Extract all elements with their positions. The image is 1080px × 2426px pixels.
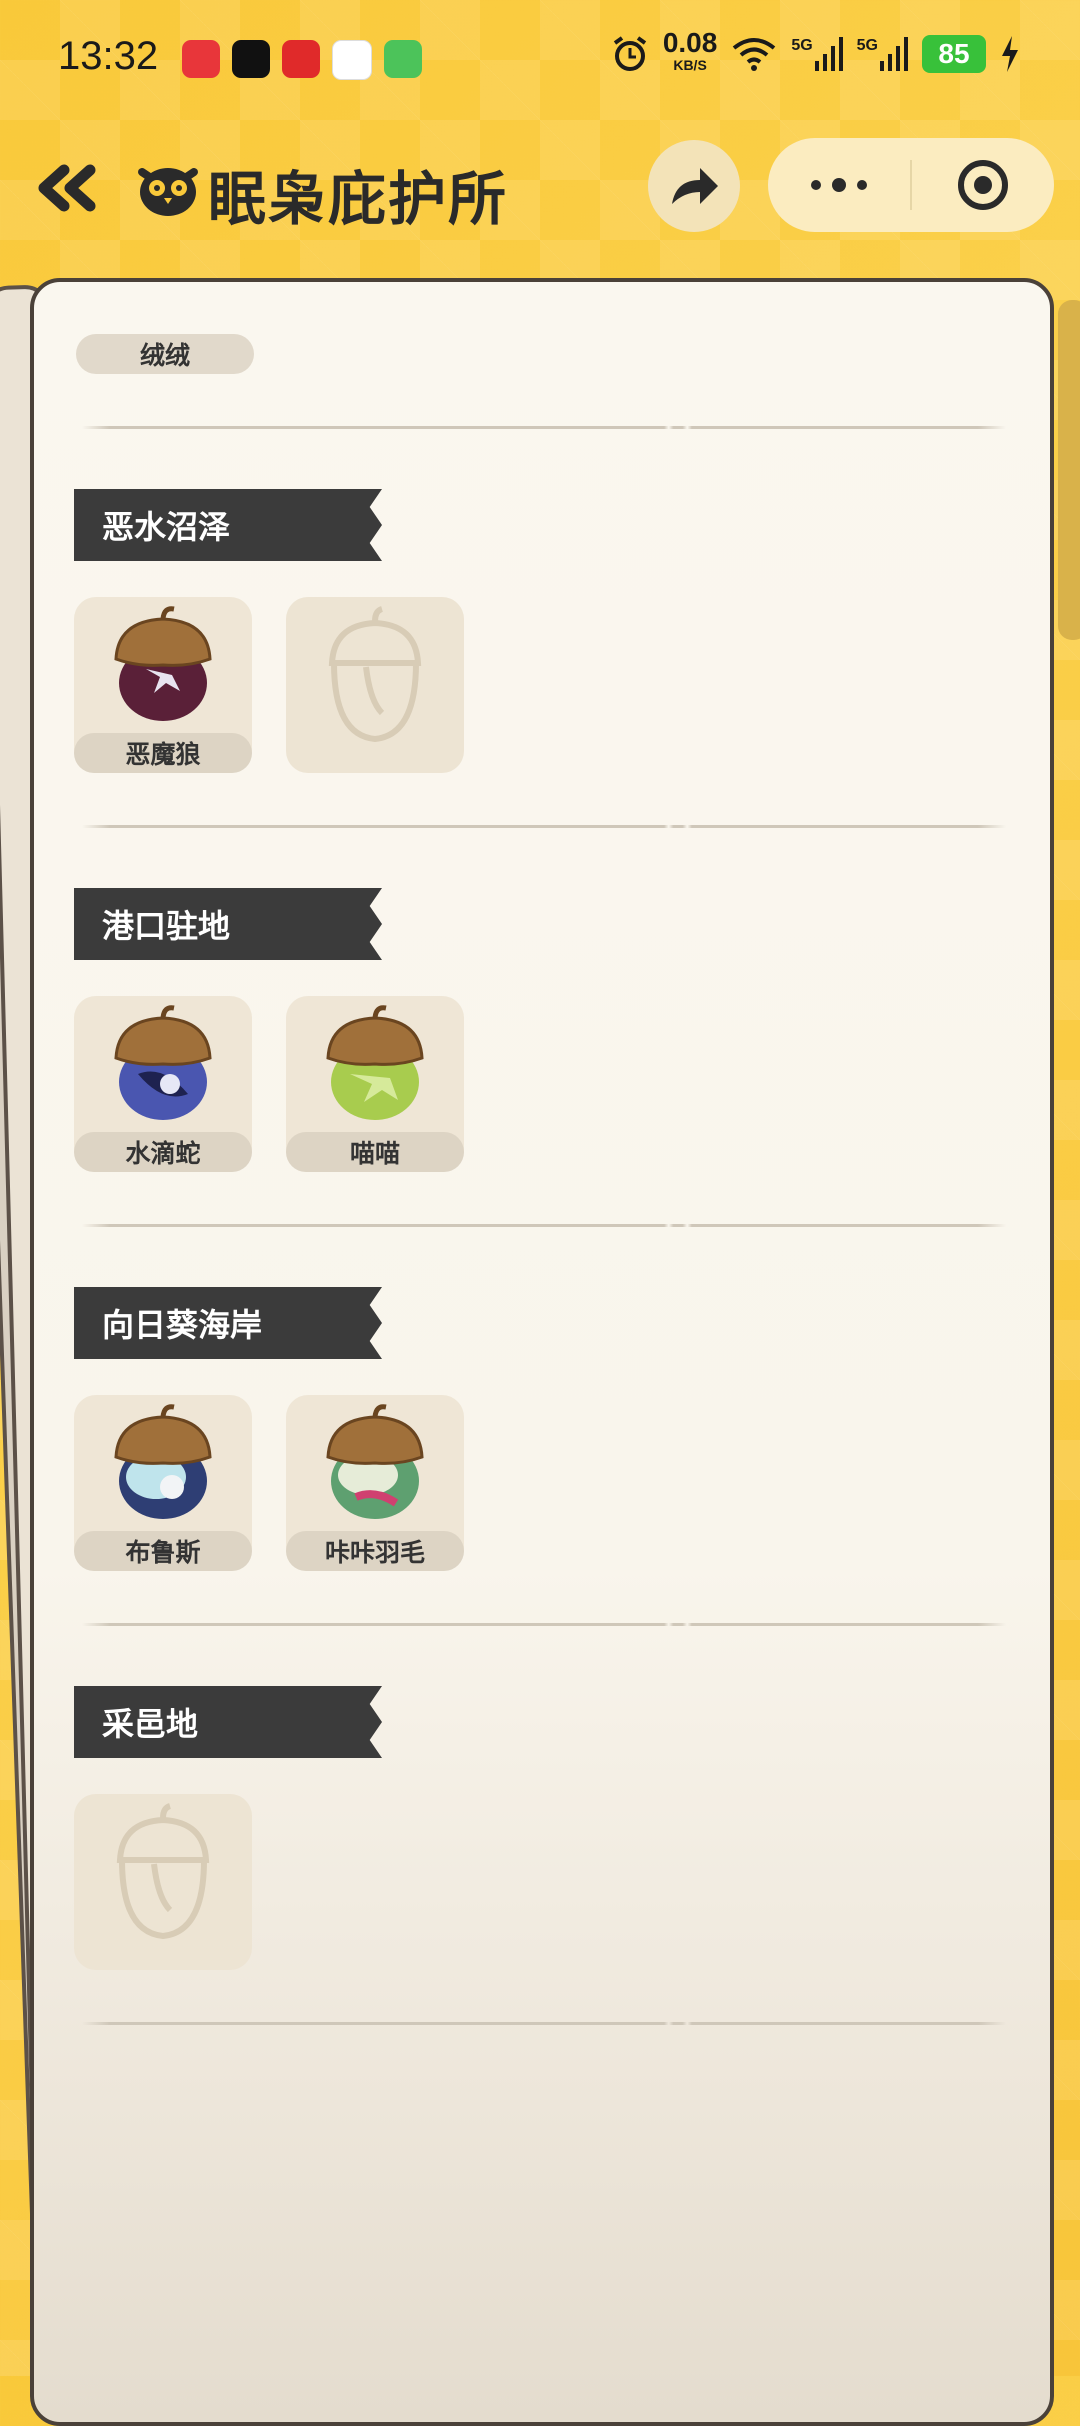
item-grid: 水滴蛇 喵喵 [74,996,1014,1172]
photos-icon [332,40,372,80]
right-tab [1058,300,1080,640]
section-header: 向日葵海岸 [74,1287,382,1359]
battery-indicator: 85 [922,35,986,73]
status-right: 0.08 KB/S 5G 5G 85 [611,29,1020,76]
close-miniapp-button[interactable] [912,138,1054,232]
acorn-placeholder-icon [116,1803,210,1940]
acorn-creature-icon [114,1005,212,1120]
miniapp-capsule [768,138,1054,232]
sim2-label: 5G [856,37,878,54]
section-header: 恶水沼泽 [74,489,382,561]
acorn-creature-icon [114,1404,212,1519]
app-notification-icon [182,40,220,78]
acorn-creature-icon [326,1005,424,1120]
charging-icon [1002,36,1018,72]
more-dots-icon [811,178,867,192]
acorn-creature-icon [114,606,212,721]
collection-item[interactable]: 布鲁斯 [74,1395,252,1571]
item-name: 咔咔羽毛 [286,1531,464,1571]
top-item-row: 绒绒 [76,334,1014,374]
collection-card: 绒绒 恶水沼泽 恶魔狼 港口驻地 水滴蛇 喵喵 向日葵海岸 布鲁斯 咔咔羽毛 采… [30,278,1054,2426]
item-grid: 恶魔狼 [74,597,1014,773]
signal-icon [880,37,908,71]
back-button[interactable] [30,158,100,218]
net-speed: 0.08 KB/S [663,29,718,76]
collection-item[interactable]: 咔咔羽毛 [286,1395,464,1571]
section-header: 采邑地 [74,1686,382,1758]
signal-icon [814,37,843,71]
item-name: 喵喵 [286,1132,464,1172]
item-grid: 布鲁斯 咔咔羽毛 [74,1395,1014,1571]
messages-icon [384,40,422,78]
notification-icons [182,40,422,80]
page-title: 眠枭庇护所 [208,165,509,233]
item-grid [74,1794,1014,1970]
signal-1: 5G [791,37,843,71]
share-button[interactable] [648,140,740,232]
acorn-placeholder-icon [328,606,422,743]
acorn-creature-icon [326,1404,424,1519]
share-icon [672,168,718,204]
alarm-icon [613,36,646,71]
status-time: 13:32 [58,34,159,78]
item-name: 水滴蛇 [74,1132,252,1172]
status-bar: 13:32 0.08 KB/S 5G 5G 85 [0,0,1080,120]
signal-2: 5G [857,37,908,71]
section-separator [82,2022,1006,2025]
double-chevron-left-icon [38,164,96,212]
collection-item-locked[interactable] [74,1794,252,1970]
section-header: 港口驻地 [74,888,382,960]
collection-item-locked[interactable] [286,597,464,773]
sim1-label: 5G [791,37,813,54]
tiktok-icon [232,40,270,78]
more-button[interactable] [768,138,910,232]
collection-item[interactable]: 恶魔狼 [74,597,252,773]
app-header: 眠枭庇护所 [0,130,1080,240]
target-circle-icon [958,160,1008,210]
collection-item[interactable]: 喵喵 [286,996,464,1172]
item-name: 恶魔狼 [74,733,252,773]
owl-logo-icon [136,158,200,218]
collection-item[interactable]: 水滴蛇 [74,996,252,1172]
app-notification-icon [282,40,320,78]
item-name-chip[interactable]: 绒绒 [76,334,254,374]
collection-content: 绒绒 恶水沼泽 恶魔狼 港口驻地 水滴蛇 喵喵 向日葵海岸 布鲁斯 咔咔羽毛 采… [74,334,1014,2025]
item-name: 布鲁斯 [74,1531,252,1571]
wifi-icon [733,38,776,71]
